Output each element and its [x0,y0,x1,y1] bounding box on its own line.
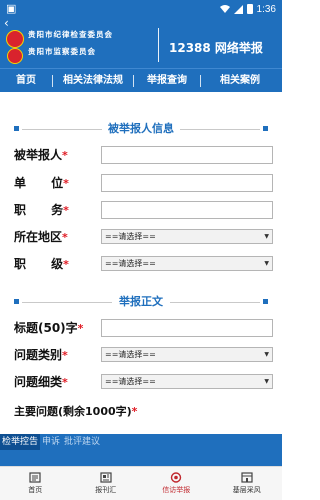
required-mark: * [63,258,69,271]
required-mark: * [62,149,68,162]
required-mark: * [77,322,84,335]
field-label: 所在地区 [14,230,63,244]
status-bar: ▣ 1:36 [0,0,282,18]
newspaper-icon [100,472,112,483]
report-type-tabs: 检举控告 申诉 批评建议 [0,434,282,450]
org-name-supervision: 贵阳市监察委员会 [28,47,96,56]
select-value: ==请选择== [105,232,156,241]
field-position: 职 务* [14,200,274,220]
title-input[interactable] [101,319,273,337]
bottom-nav-label: 基层采风 [232,486,261,494]
field-label: 标题(50)字 [14,321,78,335]
required-mark: * [62,349,68,362]
home-icon [29,472,41,483]
section-rule [170,302,260,303]
issue-subcategory-select[interactable]: ==请选择== ▼ [101,374,273,389]
national-emblem-icon [7,48,23,64]
section-rule [180,129,260,130]
field-label: 职 务 [14,203,64,217]
dropdown-arrow-icon: ▼ [264,378,269,385]
top-nav: 首页 相关法律法规 举报查询 相关案例 [0,68,282,92]
signal-icon [233,4,243,14]
section-reported-person-header: 被举报人信息 [14,121,268,137]
bottom-nav-home[interactable]: 首页 [0,467,71,500]
field-label: 问题细类 [14,375,63,389]
grassroots-icon [241,472,253,483]
required-mark: * [63,204,69,217]
select-value: ==请选择== [105,350,156,359]
bottom-nav: 首页 报刊汇 信访举报 基层采风 [0,466,282,500]
party-emblem-icon [6,30,24,48]
bottom-nav-label: 首页 [28,486,43,494]
org-name-discipline: 贵阳市纪律检查委员会 [28,30,113,39]
nav-report-query[interactable]: 举报查询 [134,69,200,93]
tab-appeal[interactable]: 申诉 [40,434,62,450]
field-label: 问题类别 [14,348,63,362]
issue-category-select[interactable]: ==请选择== ▼ [101,347,273,362]
footer-band [0,450,282,466]
header-divider [158,28,159,62]
bottom-nav-grassroots[interactable]: 基层采风 [212,467,283,500]
clock: 1:36 [256,3,276,15]
page-title: 12388 网络举报 [169,41,263,55]
select-value: ==请选择== [105,377,156,386]
region-select[interactable]: ==请选择== ▼ [101,229,273,244]
select-value: ==请选择== [105,259,156,268]
field-region: 所在地区* ==请选择== ▼ [14,227,274,247]
section-report-body-header: 举报正文 [14,294,268,310]
unit-input[interactable] [101,174,273,192]
bottom-nav-report[interactable]: 信访举报 [141,467,212,500]
main-issue-label: 主要问题(剩余1000字)* [14,405,138,418]
battery-icon [246,4,253,14]
field-label: 被举报人 [14,148,63,162]
bottom-nav-label: 报刊汇 [95,486,117,494]
nav-laws[interactable]: 相关法律法规 [53,69,133,93]
tab-accusation[interactable]: 检举控告 [0,434,41,450]
field-reported-name: 被举报人* [14,145,274,165]
bottom-nav-newspapers[interactable]: 报刊汇 [71,467,142,500]
dropdown-arrow-icon: ▼ [264,351,269,358]
nav-cases[interactable]: 相关案例 [201,69,279,93]
section-marker-icon [263,299,268,304]
tab-suggestion[interactable]: 批评建议 [62,434,102,450]
field-title: 标题(50)字* [14,318,274,338]
wifi-icon [219,5,230,13]
field-issue-category: 问题类别* ==请选择== ▼ [14,345,274,365]
nav-home[interactable]: 首页 [0,69,52,93]
required-mark: * [62,231,68,244]
required-mark: * [62,376,68,389]
required-mark: * [63,177,69,190]
field-label: 职 级 [14,257,64,271]
field-unit: 单 位* [14,173,274,193]
required-mark: * [131,405,138,418]
reported-name-input[interactable] [101,146,273,164]
app-header: ‹ 贵阳市纪律检查委员会 贵阳市监察委员会 12388 网络举报 [0,17,282,68]
section-marker-icon [263,126,268,131]
back-arrow-icon[interactable]: ‹ [4,17,16,30]
gallery-notification-icon: ▣ [6,2,17,15]
field-label: 单 位 [14,176,64,190]
field-issue-subcategory: 问题细类* ==请选择== ▼ [14,372,274,392]
position-input[interactable] [101,201,273,219]
dropdown-arrow-icon: ▼ [264,233,269,240]
rank-select[interactable]: ==请选择== ▼ [101,256,273,271]
field-rank: 职 级* ==请选择== ▼ [14,254,274,274]
report-icon [171,472,182,483]
bottom-nav-label: 信访举报 [162,486,191,494]
status-icons: 1:36 [219,2,276,16]
dropdown-arrow-icon: ▼ [264,260,269,267]
